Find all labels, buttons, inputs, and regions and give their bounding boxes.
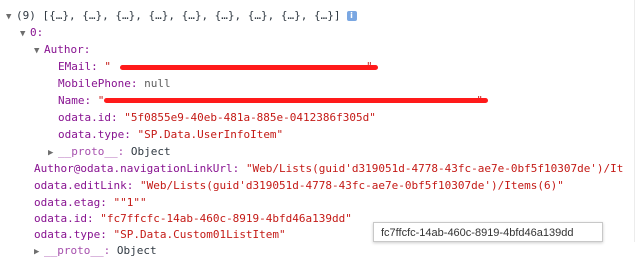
name-key: Name: bbox=[58, 94, 92, 107]
mobile-row: MobilePhone: null bbox=[58, 76, 171, 92]
item-proto-row[interactable]: ▶ __proto__: Object bbox=[34, 243, 157, 259]
edit-link-key: odata.editLink: bbox=[34, 179, 134, 192]
item-index: 0: bbox=[30, 26, 44, 39]
array-summary-row[interactable]: ▼ (9) [{…}, {…}, {…}, {…}, {…}, {…}, {…},… bbox=[6, 8, 357, 24]
author-proto-key: __proto__: bbox=[58, 145, 125, 158]
author-key: Author: bbox=[44, 43, 91, 56]
author-odata-type-value: "SP.Data.UserInfoItem" bbox=[137, 128, 284, 141]
info-icon[interactable]: i bbox=[346, 11, 357, 21]
odata-id-row: odata.id: "fc7ffcfc-14ab-460c-8919-4bfd4… bbox=[34, 211, 352, 227]
author-odata-type-row: odata.type: "SP.Data.UserInfoItem" bbox=[58, 127, 283, 143]
expanded-triangle-icon[interactable]: ▼ bbox=[6, 9, 16, 25]
nav-link-value: "Web/Lists(guid'd319051d-4778-43fc-ae7e-… bbox=[245, 162, 624, 175]
email-redaction bbox=[120, 65, 378, 70]
value-tooltip: fc7ffcfc-14ab-460c-8919-4bfd46a139dd bbox=[373, 222, 603, 242]
etag-row: odata.etag: ""1"" bbox=[34, 195, 147, 211]
nav-link-row: Author@odata.navigationLinkUrl: "Web/Lis… bbox=[34, 161, 623, 177]
email-key: EMail: bbox=[58, 60, 98, 73]
author-odata-id-row: odata.id: "5f0855e9-40eb-481a-885e-04123… bbox=[58, 110, 376, 126]
nav-link-key: Author@odata.navigationLinkUrl: bbox=[34, 162, 240, 175]
author-proto-value: Object bbox=[130, 145, 171, 158]
etag-value: ""1"" bbox=[113, 196, 147, 209]
collapsed-triangle-icon[interactable]: ▶ bbox=[34, 244, 44, 260]
odata-type-row: odata.type: "SP.Data.Custom01ListItem" bbox=[34, 227, 286, 243]
etag-key: odata.etag: bbox=[34, 196, 107, 209]
edit-link-value: "Web/Lists(guid'd319051d-4778-43fc-ae7e-… bbox=[139, 179, 564, 192]
email-value-open: " bbox=[104, 60, 111, 73]
mobile-key: MobilePhone: bbox=[58, 77, 138, 90]
name-redaction bbox=[104, 98, 488, 103]
odata-type-key: odata.type: bbox=[34, 228, 107, 241]
odata-id-key: odata.id: bbox=[34, 212, 94, 225]
author-odata-id-key: odata.id: bbox=[58, 111, 118, 124]
array-count: (9) bbox=[16, 9, 43, 22]
author-row[interactable]: ▼ Author: bbox=[34, 42, 90, 58]
author-odata-type-key: odata.type: bbox=[58, 128, 131, 141]
odata-id-value[interactable]: "fc7ffcfc-14ab-460c-8919-4bfd46a139dd" bbox=[100, 212, 352, 225]
console-output: ▼ (9) [{…}, {…}, {…}, {…}, {…}, {…}, {…},… bbox=[0, 0, 635, 257]
collapsed-triangle-icon[interactable]: ▶ bbox=[48, 145, 58, 161]
item-proto-value: Object bbox=[116, 244, 157, 257]
item-proto-key: __proto__: bbox=[44, 244, 111, 257]
array-preview: [{…}, {…}, {…}, {…}, {…}, {…}, {…}, {…},… bbox=[42, 9, 341, 22]
edit-link-row: odata.editLink: "Web/Lists(guid'd319051d… bbox=[34, 178, 564, 194]
odata-type-value: "SP.Data.Custom01ListItem" bbox=[113, 228, 286, 241]
author-odata-id-value: "5f0855e9-40eb-481a-885e-0412386f305d" bbox=[124, 111, 376, 124]
author-proto-row[interactable]: ▶ __proto__: Object bbox=[48, 144, 171, 160]
item-0-row[interactable]: ▼ 0: bbox=[20, 25, 43, 41]
expanded-triangle-icon[interactable]: ▼ bbox=[34, 43, 44, 59]
mobile-value: null bbox=[144, 77, 171, 90]
expanded-triangle-icon[interactable]: ▼ bbox=[20, 26, 30, 42]
